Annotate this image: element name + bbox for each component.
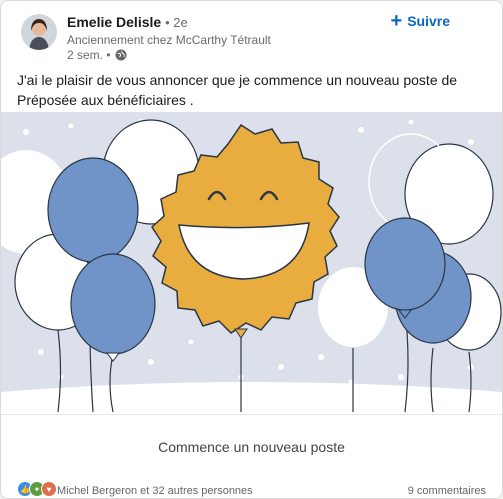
reactors-text[interactable]: Michel Bergeron et 32 autres personnes [57,485,253,497]
love-icon: ♥ [41,481,57,497]
balloon-blue-2 [70,253,156,355]
post-text: J'ai le plaisir de vous annoncer que je … [17,72,458,108]
balloon-blue-1 [47,157,139,263]
reaction-icons[interactable]: 👍 ✦ ♥ [17,481,57,497]
avatar[interactable] [21,14,57,50]
author-name-text[interactable]: Emelie Delisle [67,14,161,30]
balloon-blue-4 [364,217,446,311]
image-caption-bar[interactable]: Commence un nouveau poste [1,414,502,476]
post-time-text: 2 sem. • [67,48,111,62]
author-name[interactable]: Emelie Delisle • 2e [67,14,188,30]
follow-button[interactable]: + Suivre [390,10,451,32]
social-counts: 👍 ✦ ♥ Michel Bergeron et 32 autres perso… [1,476,502,498]
comments-count[interactable]: 9 commentaires [408,485,486,497]
post-card: Emelie Delisle • 2e Anciennement chez Mc… [0,0,503,499]
avatar-image [21,14,57,50]
plus-icon: + [390,10,403,32]
globe-icon [115,49,127,61]
author-headline: Anciennement chez McCarthy Tétrault [67,33,271,47]
follow-label: Suivre [407,13,450,29]
image-caption: Commence un nouveau poste [158,439,345,455]
post-time: 2 sem. • [67,48,127,62]
connection-degree: • 2e [165,15,188,30]
celebration-image[interactable] [1,112,502,414]
